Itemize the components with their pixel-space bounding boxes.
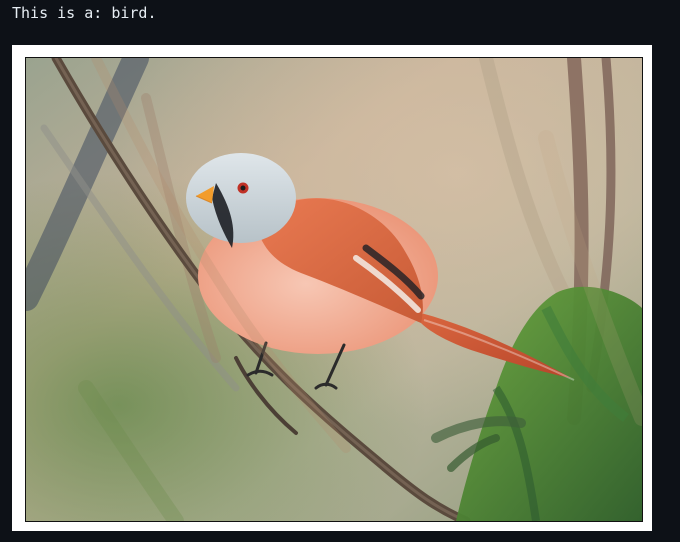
- output-text: This is a: bird.: [12, 4, 157, 22]
- bird-photo-svg: [26, 58, 642, 521]
- bird-image: [25, 57, 643, 522]
- image-frame: [12, 45, 652, 531]
